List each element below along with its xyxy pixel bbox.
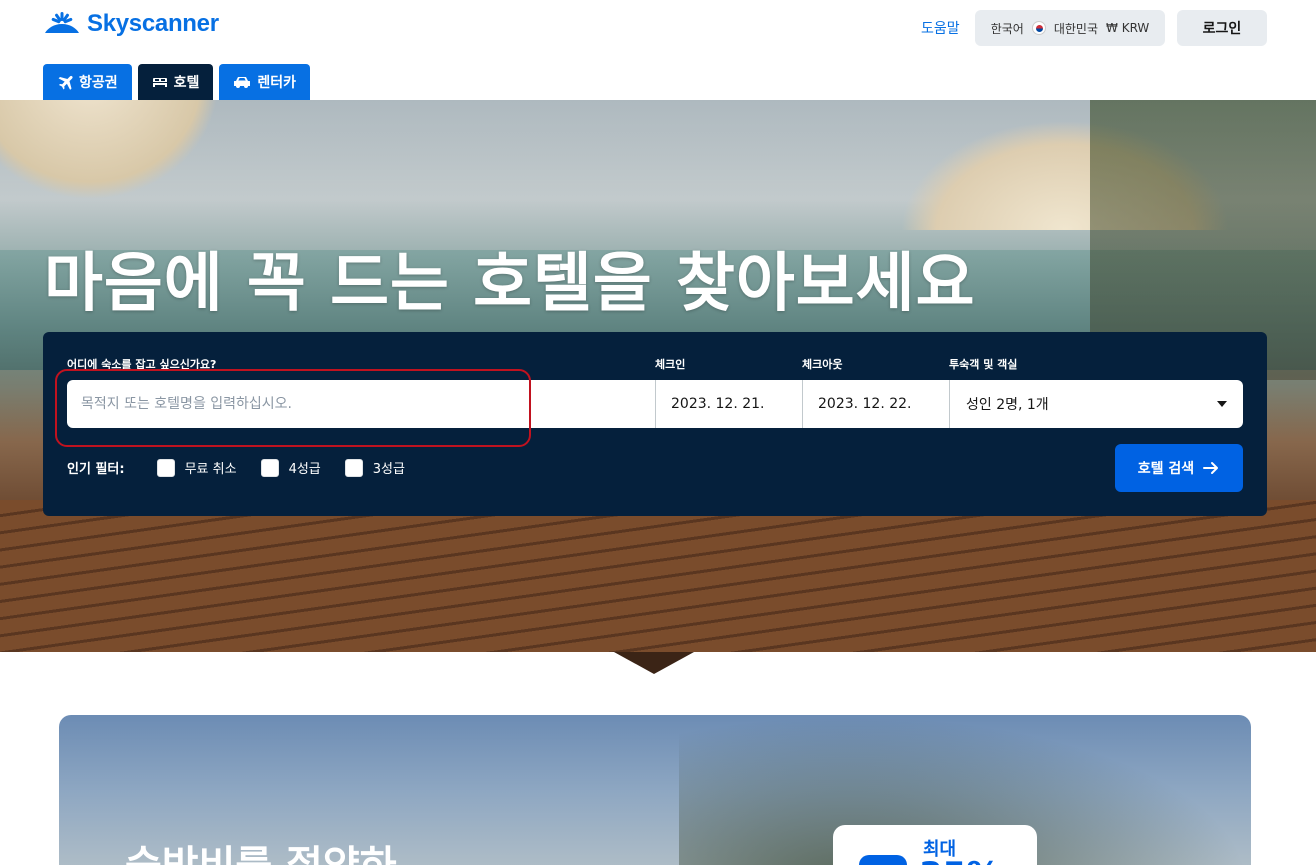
destination-input[interactable] xyxy=(67,380,655,428)
language-label: 한국어 xyxy=(990,21,1024,36)
search-button-label: 호텔 검색 xyxy=(1137,461,1195,477)
promo-banner[interactable]: 숙박비를 절약하 최대 35% xyxy=(59,715,1251,865)
locale-button[interactable]: 한국어 대한민국 ₩ KRW xyxy=(975,10,1165,46)
filter-label: 무료 취소 xyxy=(184,462,237,477)
arrow-right-icon xyxy=(1203,462,1219,474)
bed-icon xyxy=(152,78,167,87)
filter-3-star[interactable]: 3성급 xyxy=(344,458,405,477)
promo-title: 숙박비를 절약하 xyxy=(125,833,397,865)
tab-hotels[interactable]: 호텔 xyxy=(137,64,214,100)
filter-label: 4성급 xyxy=(288,462,321,477)
currency-label: ₩ KRW xyxy=(1106,21,1150,35)
search-hotels-button[interactable]: 호텔 검색 xyxy=(1115,444,1243,492)
caret-down-icon xyxy=(1217,401,1227,407)
tag-icon xyxy=(859,855,907,865)
korea-flag-icon xyxy=(1031,21,1046,35)
checkbox[interactable] xyxy=(156,458,175,477)
help-link[interactable]: 도움말 xyxy=(921,18,960,38)
hero-deck xyxy=(0,500,1316,652)
tab-car-hire[interactable]: 렌터카 xyxy=(219,64,311,100)
login-button[interactable]: 로그인 xyxy=(1177,10,1267,46)
filter-free-cancellation[interactable]: 무료 취소 xyxy=(156,458,237,477)
checkout-label: 체크아웃 xyxy=(802,358,843,371)
guests-rooms-select[interactable]: 성인 2명, 1개 xyxy=(949,380,1243,428)
filter-label: 3성급 xyxy=(372,462,405,477)
tab-label: 호텔 xyxy=(173,75,200,91)
page: Skyscanner 도움말 한국어 대한민국 ₩ KRW 로그인 항공권 호텔… xyxy=(0,0,1316,865)
tab-flights[interactable]: 항공권 xyxy=(43,64,132,100)
badge-percentage: 35% xyxy=(919,855,1000,865)
skyscanner-logo[interactable]: Skyscanner xyxy=(43,10,219,38)
popular-filters: 인기 필터: 무료 취소 4성급 3성급 xyxy=(67,458,429,477)
brand-name: Skyscanner xyxy=(87,10,219,37)
tab-label: 렌터카 xyxy=(257,75,297,91)
product-tabs: 항공권 호텔 렌터카 xyxy=(43,64,311,100)
car-icon xyxy=(234,77,251,88)
checkin-value: 2023. 12. 21. xyxy=(671,396,765,412)
filter-4-star[interactable]: 4성급 xyxy=(260,458,321,477)
airplane-icon xyxy=(58,75,73,90)
sunrise-logo-icon xyxy=(45,12,79,33)
hotel-search-panel: 어디에 숙소를 잡고 싶으신가요? 체크인 체크아웃 투숙객 및 객실 2023… xyxy=(43,332,1267,516)
checkout-value: 2023. 12. 22. xyxy=(818,396,912,412)
tab-label: 항공권 xyxy=(79,75,118,91)
country-label: 대한민국 xyxy=(1053,21,1099,36)
checkin-label: 체크인 xyxy=(655,358,686,371)
filters-label: 인기 필터: xyxy=(67,462,125,477)
checkbox[interactable] xyxy=(260,458,279,477)
guests-value: 성인 2명, 1개 xyxy=(966,397,1049,413)
guests-label: 투숙객 및 객실 xyxy=(949,358,1018,371)
checkbox[interactable] xyxy=(344,458,363,477)
destination-label: 어디에 숙소를 잡고 싶으신가요? xyxy=(67,358,217,371)
hero-umbrella-left xyxy=(0,100,220,200)
checkin-field[interactable]: 2023. 12. 21. xyxy=(655,380,802,428)
hero-title: 마음에 꼭 드는 호텔을 찾아보세요 xyxy=(44,247,976,321)
top-header: Skyscanner 도움말 한국어 대한민국 ₩ KRW 로그인 항공권 호텔… xyxy=(0,0,1316,100)
checkout-field[interactable]: 2023. 12. 22. xyxy=(802,380,949,428)
hero-notch xyxy=(614,652,694,674)
discount-badge: 최대 35% xyxy=(833,825,1037,865)
